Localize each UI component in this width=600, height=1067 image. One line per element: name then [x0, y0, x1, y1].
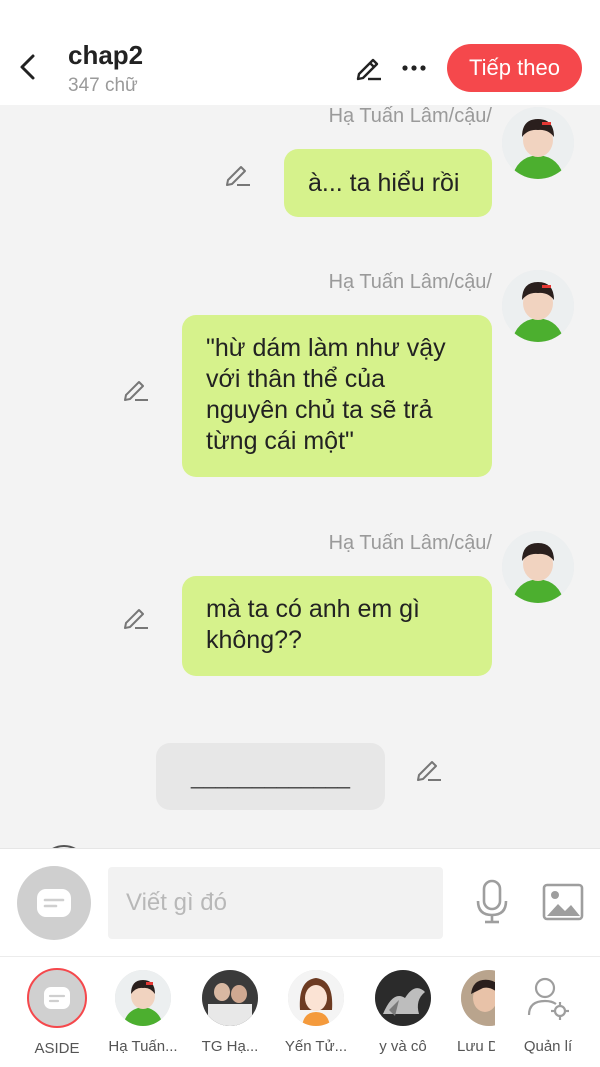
message-text: nguyên chủ ta sẽ trả: [206, 396, 433, 424]
character-label: y và cô: [379, 1038, 427, 1055]
composer-bar: [0, 848, 600, 956]
more-horizontal-icon: [402, 65, 426, 71]
pencil-icon: [124, 609, 148, 629]
more-options-button[interactable]: [398, 52, 430, 84]
top-bar: chap2 347 chữ Tiếp theo: [0, 0, 600, 105]
image-upload-button[interactable]: [540, 881, 586, 923]
narration-text: _____________: [190, 763, 351, 789]
message-bubble[interactable]: mà ta có anh em gì không??: [182, 576, 492, 676]
manage-characters-button[interactable]: Quản lí: [513, 970, 583, 1055]
microphone-icon: [476, 879, 508, 924]
next-button[interactable]: Tiếp theo: [447, 44, 582, 92]
character-label: Quản lí: [523, 1038, 573, 1055]
chapter-title: chap2: [68, 40, 144, 70]
character-bar: ASIDE Hạ Tuấn... TG Hạ... Yến Tử... y và…: [0, 956, 600, 1067]
message-text: mà ta có anh em gì: [206, 595, 421, 623]
character-tg-ha[interactable]: TG Hạ...: [195, 970, 265, 1055]
message-bubble[interactable]: "hừ dám làm như vậy với thân thể của ngu…: [182, 315, 492, 477]
message-text: không??: [206, 626, 302, 654]
back-button[interactable]: [12, 50, 42, 84]
pencil-icon: [226, 166, 250, 186]
character-label: Yến Tử...: [284, 1038, 348, 1055]
character-luu-d[interactable]: Lưu D: [447, 970, 495, 1055]
avatar[interactable]: [502, 270, 574, 342]
avatar[interactable]: [502, 531, 574, 603]
edit-message-button[interactable]: [122, 603, 152, 633]
pencil-icon: [356, 58, 381, 81]
image-icon: [542, 883, 584, 921]
character-label: Hạ Tuấn...: [108, 1038, 178, 1055]
pencil-icon: [124, 381, 148, 401]
aside-avatar: [27, 968, 87, 1028]
message-sender: Hạ Tuấn Lâm/cậu/: [328, 105, 492, 127]
message-text: à... ta hiểu rồi: [308, 169, 460, 197]
voice-button[interactable]: [472, 877, 512, 927]
avatar: [461, 970, 495, 1026]
character-aside[interactable]: ASIDE: [22, 968, 92, 1057]
character-label: ASIDE: [34, 1040, 80, 1057]
avatar: [288, 970, 344, 1026]
message-text: từng cái một": [206, 427, 354, 455]
avatar[interactable]: [502, 107, 574, 179]
edit-title-button[interactable]: [352, 52, 386, 84]
message-sender: Hạ Tuấn Lâm/cậu/: [328, 271, 492, 293]
avatar: [202, 970, 258, 1026]
character-label: Lưu D: [457, 1038, 495, 1055]
avatar: [115, 970, 171, 1026]
message-bubble[interactable]: à... ta hiểu rồi: [284, 149, 492, 217]
pencil-icon: [417, 761, 441, 781]
edit-narration-button[interactable]: [415, 755, 445, 785]
narration-bubble[interactable]: _____________: [156, 743, 385, 810]
word-count: 347 chữ: [68, 75, 138, 96]
aside-toggle-button[interactable]: [17, 866, 91, 940]
message-text: với thân thể của: [206, 365, 386, 393]
edit-message-button[interactable]: [122, 375, 152, 405]
character-ha-tuan[interactable]: Hạ Tuấn...: [108, 970, 178, 1055]
message-sender: Hạ Tuấn Lâm/cậu/: [328, 532, 492, 554]
chat-area[interactable]: Hạ Tuấn Lâm/cậu/ à... ta hiểu rồi Hạ Tuấ…: [0, 105, 600, 848]
message-text: "hừ dám làm như vậy: [206, 334, 446, 362]
character-yen-tu[interactable]: Yến Tử...: [281, 970, 351, 1055]
user-settings-icon: [527, 977, 569, 1020]
message-input[interactable]: [108, 867, 443, 939]
manage-icon-wrap: [520, 970, 576, 1026]
character-label: TG Hạ...: [201, 1038, 259, 1055]
avatar: [375, 970, 431, 1026]
chevron-left-icon: [20, 54, 35, 80]
message-icon: [37, 889, 71, 917]
character-y-va-co[interactable]: y và cô: [368, 970, 438, 1055]
edit-message-button[interactable]: [224, 160, 254, 190]
message-icon: [44, 987, 70, 1009]
